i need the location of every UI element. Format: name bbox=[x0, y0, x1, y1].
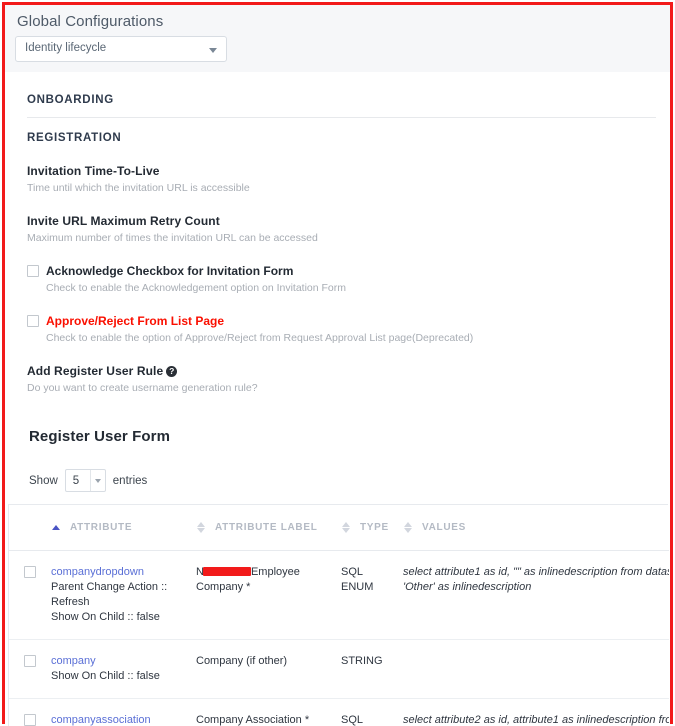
attribute-link[interactable]: company bbox=[51, 654, 196, 669]
sort-ascending-icon[interactable] bbox=[51, 521, 62, 534]
table-header-select bbox=[9, 505, 51, 551]
field-invitation-time-to-live: Invitation Time-To-Live Time until which… bbox=[27, 164, 656, 194]
page-title: Global Configurations bbox=[17, 13, 164, 30]
column-header-values[interactable]: VALUES bbox=[403, 505, 669, 551]
row-attribute-label-cell: Company (if other) bbox=[196, 639, 341, 699]
attribute-meta: Refresh bbox=[51, 596, 90, 608]
column-header-attribute[interactable]: ATTRIBUTE bbox=[51, 505, 196, 551]
register-user-form-title: Register User Form bbox=[29, 428, 171, 445]
section-heading-onboarding: ONBOARDING bbox=[27, 94, 114, 106]
field-label: Invite URL Maximum Retry Count bbox=[27, 214, 220, 228]
row-attribute-cell: companyassociation Show On Child :: fals… bbox=[51, 699, 196, 726]
table-row[interactable]: companydropdown Parent Change Action :: … bbox=[9, 550, 669, 640]
row-attribute-label-cell: Company Association * bbox=[196, 714, 310, 726]
chevron-down-icon bbox=[94, 479, 101, 483]
row-select-cell bbox=[9, 699, 51, 726]
column-header-label: TYPE bbox=[360, 522, 389, 533]
attribute-meta: Parent Change Action :: bbox=[51, 581, 168, 593]
column-header-type[interactable]: TYPE bbox=[341, 505, 403, 551]
acknowledge-checkbox[interactable] bbox=[27, 265, 39, 277]
row-checkbox[interactable] bbox=[24, 714, 36, 726]
attribute-link[interactable]: companyassociation bbox=[51, 713, 196, 726]
chevron-down-icon bbox=[209, 48, 217, 53]
field-help-text: Do you want to create username generatio… bbox=[27, 382, 258, 394]
field-acknowledge-checkbox-for-invitation-form: Acknowledge Checkbox for Invitation Form… bbox=[27, 264, 656, 294]
row-values-cell bbox=[403, 639, 669, 699]
row-checkbox[interactable] bbox=[24, 655, 36, 667]
checkbox-label: Acknowledge Checkbox for Invitation Form bbox=[46, 264, 294, 278]
page-header: Global Configurations Identity lifecycle bbox=[5, 5, 670, 72]
attribute-link[interactable]: companydropdown bbox=[51, 565, 196, 580]
sort-toggle-icon[interactable] bbox=[341, 521, 352, 534]
checkbox-help-text: Check to enable the option of Approve/Re… bbox=[46, 332, 474, 344]
checkbox-row[interactable]: Acknowledge Checkbox for Invitation Form bbox=[27, 264, 656, 278]
row-select-cell bbox=[9, 550, 51, 640]
row-select-cell bbox=[9, 639, 51, 699]
config-type-select[interactable]: Identity lifecycle bbox=[15, 36, 227, 62]
row-attribute-cell: company Show On Child :: false bbox=[51, 639, 196, 699]
row-checkbox[interactable] bbox=[24, 566, 36, 578]
table-header-row: ATTRIBUTE ATTRIBUTE LABEL TYPE VALUES bbox=[9, 505, 669, 551]
checkbox-label: Approve/Reject From List Page bbox=[46, 314, 225, 328]
show-entries-control: Show 5 entries bbox=[29, 469, 656, 492]
section-heading-registration: REGISTRATION bbox=[27, 132, 122, 144]
column-header-label: ATTRIBUTE bbox=[70, 522, 133, 533]
approve-reject-checkbox[interactable] bbox=[27, 315, 39, 327]
select-separator bbox=[89, 470, 91, 491]
row-type-cell: SQL ENUM bbox=[341, 714, 364, 726]
column-header-label: VALUES bbox=[422, 522, 467, 533]
attribute-meta: Show On Child :: false bbox=[51, 611, 160, 623]
show-entries-suffix: entries bbox=[112, 474, 148, 487]
column-header-label: ATTRIBUTE LABEL bbox=[215, 522, 318, 533]
settings-content: ONBOARDING REGISTRATION Invitation Time-… bbox=[5, 94, 670, 492]
field-label: Invitation Time-To-Live bbox=[27, 164, 160, 178]
row-type-cell: SQL ENUM bbox=[341, 550, 403, 640]
column-header-attribute-label[interactable]: ATTRIBUTE LABEL bbox=[196, 505, 341, 551]
attribute-label-line1: N Employee bbox=[196, 565, 341, 580]
field-help-text: Time until which the invitation URL is a… bbox=[27, 182, 250, 194]
field-approve-reject-from-list-page: Approve/Reject From List Page Check to e… bbox=[27, 314, 656, 344]
row-values-cell: select attribute1 as id, "" as inlinedes… bbox=[403, 550, 669, 640]
attribute-label-line2: Company * bbox=[196, 581, 251, 593]
table-row[interactable]: company Show On Child :: false Company (… bbox=[9, 639, 669, 699]
row-type-cell: STRING bbox=[341, 639, 403, 699]
entries-per-page-value: 5 bbox=[72, 474, 80, 487]
question-mark-icon[interactable]: ? bbox=[166, 366, 178, 377]
row-values-cell: select attribute2 as id, attribute1 as i… bbox=[403, 714, 669, 726]
checkbox-row[interactable]: Approve/Reject From List Page bbox=[27, 314, 656, 328]
row-attribute-label-cell: N Employee Company * bbox=[196, 550, 341, 640]
redaction-mark bbox=[202, 567, 251, 576]
field-help-text: Maximum number of times the invitation U… bbox=[27, 232, 318, 244]
checkbox-help-text: Check to enable the Acknowledgement opti… bbox=[46, 282, 347, 294]
rule-label-text: Add Register User Rule bbox=[27, 364, 164, 378]
field-invite-url-max-retry-count: Invite URL Maximum Retry Count Maximum n… bbox=[27, 214, 656, 244]
sort-toggle-icon[interactable] bbox=[196, 521, 207, 534]
register-user-form-table: ATTRIBUTE ATTRIBUTE LABEL TYPE VALUES co… bbox=[8, 504, 669, 726]
row-attribute-cell: companydropdown Parent Change Action :: … bbox=[51, 550, 196, 640]
sort-toggle-icon[interactable] bbox=[403, 521, 414, 534]
show-entries-prefix: Show bbox=[29, 474, 58, 487]
config-type-select-value: Identity lifecycle bbox=[25, 42, 107, 54]
field-label: Add Register User Rule? bbox=[27, 364, 656, 378]
section-divider bbox=[27, 117, 656, 118]
entries-per-page-select[interactable]: 5 bbox=[64, 469, 106, 492]
label-suffix: Employee bbox=[250, 566, 300, 578]
table-row[interactable]: companyassociation Show On Child :: fals… bbox=[9, 699, 669, 726]
attribute-meta: Show On Child :: false bbox=[51, 670, 160, 682]
field-add-register-user-rule: Add Register User Rule? Do you want to c… bbox=[27, 364, 656, 394]
